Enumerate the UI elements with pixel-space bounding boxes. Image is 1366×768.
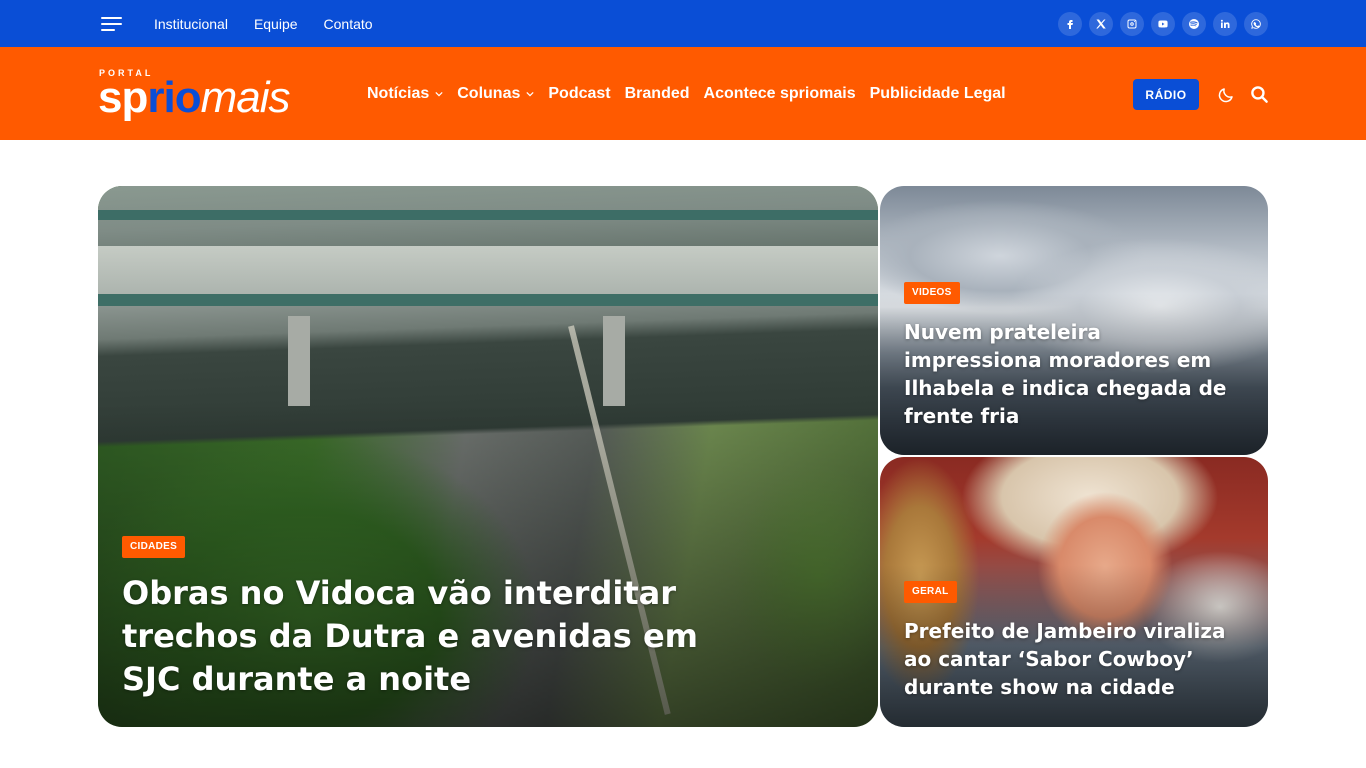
site-logo[interactable]: PORTAL spriomais xyxy=(98,67,328,123)
spotify-icon[interactable] xyxy=(1182,12,1206,36)
chevron-down-icon xyxy=(526,91,534,96)
nav-item-acontece[interactable]: Acontece spriomais xyxy=(704,85,856,103)
top-bar: Institucional Equipe Contato xyxy=(0,0,1366,47)
featured-story-main[interactable]: CIDADES Obras no Vidoca vão interditar t… xyxy=(98,186,878,727)
social-links xyxy=(1058,12,1268,36)
top-links: Institucional Equipe Contato xyxy=(154,0,373,47)
main-nav: Notícias Colunas Podcast Branded Acontec… xyxy=(367,47,1006,140)
youtube-icon[interactable] xyxy=(1151,12,1175,36)
whatsapp-icon[interactable] xyxy=(1244,12,1268,36)
featured-story-side[interactable]: VIDEOS Nuvem prateleira impressiona mora… xyxy=(880,186,1268,455)
nav-item-label: Branded xyxy=(624,84,690,102)
facebook-icon[interactable] xyxy=(1058,12,1082,36)
x-icon[interactable] xyxy=(1089,12,1113,36)
category-badge[interactable]: CIDADES xyxy=(122,536,186,558)
nav-item-noticias[interactable]: Notícias xyxy=(367,85,443,103)
logo-sp: sp xyxy=(98,73,148,122)
nav-item-branded[interactable]: Branded xyxy=(625,85,690,103)
top-link-institucional[interactable]: Institucional xyxy=(154,16,228,32)
moon-icon[interactable] xyxy=(1217,86,1235,104)
top-link-equipe[interactable]: Equipe xyxy=(254,16,298,32)
category-badge[interactable]: GERAL xyxy=(904,581,957,603)
story-title[interactable]: Nuvem prateleira impressiona moradores e… xyxy=(904,318,1244,430)
radio-button[interactable]: RÁDIO xyxy=(1133,79,1199,110)
instagram-icon[interactable] xyxy=(1120,12,1144,36)
story-title[interactable]: Obras no Vidoca vão interditar trechos d… xyxy=(122,572,742,701)
logo-rio: rio xyxy=(147,73,201,122)
category-badge[interactable]: VIDEOS xyxy=(904,282,960,304)
chevron-down-icon xyxy=(435,91,443,96)
nav-item-label: Acontece spriomais xyxy=(703,84,856,102)
search-icon[interactable] xyxy=(1250,85,1269,104)
nav-item-label: Publicidade Legal xyxy=(869,84,1006,102)
nav-item-publicidade-legal[interactable]: Publicidade Legal xyxy=(870,85,1006,103)
menu-icon[interactable] xyxy=(101,17,122,31)
nav-item-podcast[interactable]: Podcast xyxy=(548,85,610,103)
linkedin-icon[interactable] xyxy=(1213,12,1237,36)
logo-mais: mais xyxy=(200,73,291,122)
nav-item-colunas[interactable]: Colunas xyxy=(457,85,534,103)
main-header: PORTAL spriomais Notícias Colunas Podcas… xyxy=(0,47,1366,140)
nav-item-label: Notícias xyxy=(367,84,430,102)
logo-wordmark: spriomais xyxy=(98,73,290,123)
nav-item-label: Colunas xyxy=(457,84,521,102)
nav-item-label: Podcast xyxy=(548,84,611,102)
story-title[interactable]: Prefeito de Jambeiro viraliza ao cantar … xyxy=(904,617,1249,701)
featured-story-side[interactable]: GERAL Prefeito de Jambeiro viraliza ao c… xyxy=(880,457,1268,727)
top-link-contato[interactable]: Contato xyxy=(324,16,373,32)
